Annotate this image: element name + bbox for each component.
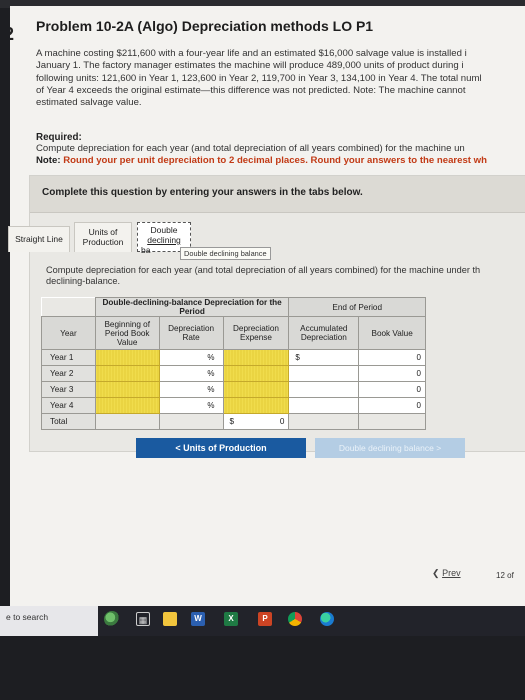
rate-input[interactable]: % [158, 349, 224, 366]
required-text: Compute depreciation for each year (and … [36, 143, 465, 154]
rate-input[interactable]: % [158, 397, 224, 414]
table-row-total: Total $ 0 [41, 413, 426, 430]
expense-input[interactable] [222, 365, 290, 382]
taskbar-search-box[interactable]: e to search [0, 606, 98, 636]
panel-header: Complete this question by entering your … [30, 176, 525, 213]
required-label: Required: [36, 132, 82, 143]
tab-label: Double [150, 225, 178, 235]
tab-label: Straight Line [15, 234, 63, 244]
table-row: Year 2 % 0 [41, 365, 426, 382]
edge-icon[interactable] [320, 612, 334, 626]
col-year-header: Year [41, 316, 96, 350]
tab-label: declining [147, 235, 181, 245]
percent-unit: % [207, 401, 215, 410]
year-label: Year 3 [41, 381, 96, 398]
percent-unit: % [207, 353, 215, 362]
table-row: Year 4 % 0 [41, 397, 426, 414]
dollar-unit: $ [295, 353, 300, 362]
page-indicator: 12 of [496, 571, 514, 580]
file-explorer-icon[interactable] [163, 612, 177, 626]
tab-units-of-production[interactable]: Units of Production [74, 222, 132, 252]
description-line: estimated salvage value. [36, 97, 142, 109]
col-beginning-header: Beginning of Period Book Value [94, 316, 160, 350]
note-text: Round your per unit depreciation to 2 de… [63, 155, 487, 166]
next-tab-button[interactable]: Double declining balance > [315, 438, 465, 458]
expense-input[interactable] [222, 349, 290, 366]
accum-input[interactable]: $ [288, 349, 360, 366]
accum-input[interactable] [288, 381, 360, 398]
accum-input[interactable] [288, 365, 360, 382]
description-line: January 1. The factory manager estimates… [36, 60, 464, 72]
tab-label: Production [82, 237, 124, 247]
book-value-cell: 0 [358, 397, 426, 414]
powerpoint-icon[interactable]: P [258, 612, 272, 626]
word-icon[interactable]: W [191, 612, 205, 626]
empty-cell [158, 413, 224, 430]
corner-cell [41, 297, 96, 317]
description-line: of Year 4 exceeds the original estimate—… [36, 84, 466, 96]
instruction-line: declining-balance. [46, 276, 121, 286]
year-label: Year 4 [41, 397, 96, 414]
percent-unit: % [207, 369, 215, 378]
people-icon[interactable] [104, 611, 120, 627]
chrome-icon[interactable] [288, 612, 302, 626]
task-view-icon[interactable]: ▦ [136, 612, 150, 626]
prev-label: Prev [442, 568, 461, 578]
dollar-unit: $ [229, 417, 235, 426]
accum-input[interactable] [288, 397, 360, 414]
chevron-left-icon: ❮ [432, 568, 440, 578]
question-marker: 2 [10, 24, 14, 45]
col-book-header: Book Value [358, 316, 426, 350]
prev-tab-button[interactable]: < Units of Production [136, 438, 306, 458]
beginning-book-input[interactable] [94, 349, 160, 366]
end-of-period-header: End of Period [288, 297, 426, 317]
description-line: following units: 121,600 in Year 1, 123,… [36, 72, 482, 84]
tab-tooltip: Double declining balance [180, 247, 271, 260]
tab-straight-line[interactable]: Straight Line [8, 226, 70, 252]
book-value-cell: 0 [358, 349, 426, 366]
year-label: Year 1 [41, 349, 96, 366]
rate-input[interactable]: % [158, 365, 224, 382]
col-expense-header: Depreciation Expense [222, 316, 290, 350]
empty-cell [358, 413, 426, 430]
description-line: A machine costing $211,600 with a four-y… [36, 48, 467, 59]
note-label: Note: [36, 155, 61, 166]
depreciation-table: Double-declining-balance Depreciation fo… [41, 297, 426, 430]
table-row: Year 3 % 0 [41, 381, 426, 398]
total-expense-value: 0 [279, 417, 285, 426]
ddb-group-header: Double-declining-balance Depreciation fo… [94, 297, 290, 317]
empty-cell [288, 413, 360, 430]
total-expense-cell: $ 0 [222, 413, 290, 430]
book-value-cell: 0 [358, 381, 426, 398]
excel-icon[interactable]: X [224, 612, 238, 626]
expense-input[interactable] [222, 381, 290, 398]
empty-cell [94, 413, 160, 430]
beginning-book-input[interactable] [94, 381, 160, 398]
col-accum-header: Accumulated Depreciation [288, 316, 360, 350]
year-label: Year 2 [41, 365, 96, 382]
total-label: Total [41, 413, 96, 430]
rounding-note: Note: Round your per unit depreciation t… [36, 155, 487, 166]
rate-input[interactable]: % [158, 381, 224, 398]
beginning-book-input[interactable] [94, 397, 160, 414]
col-rate-header: Depreciation Rate [158, 316, 224, 350]
expense-input[interactable] [222, 397, 290, 414]
beginning-book-input[interactable] [94, 365, 160, 382]
table-row: Year 1 % $ 0 [41, 349, 426, 366]
tab-label: Units of [88, 227, 118, 237]
book-value-cell: 0 [358, 365, 426, 382]
instruction-line: Compute depreciation for each year (and … [46, 265, 481, 275]
problem-description: A machine costing $211,600 with a four-y… [36, 48, 525, 109]
prev-page-button[interactable]: ❮ Prev [432, 568, 461, 579]
panel-title: Complete this question by entering your … [42, 187, 363, 198]
tab-instruction: Compute depreciation for each year (and … [46, 265, 480, 287]
percent-unit: % [207, 385, 215, 394]
problem-title: Problem 10-2A (Algo) Depreciation method… [36, 18, 374, 34]
